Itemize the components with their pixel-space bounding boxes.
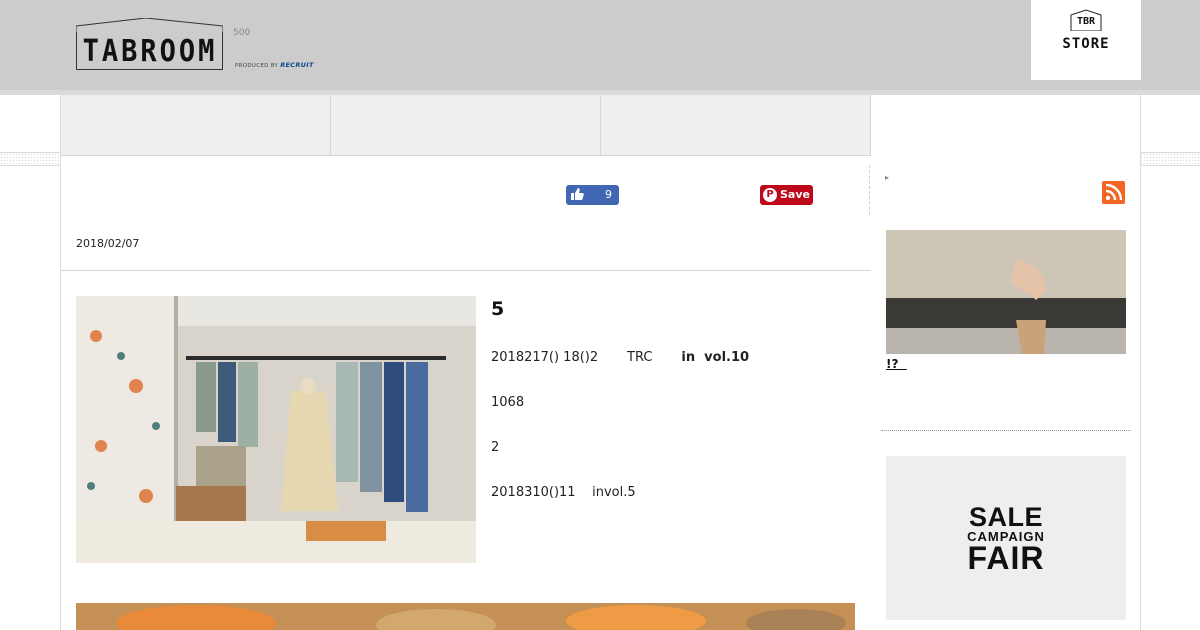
produced-by-label: PRODUCED BY (235, 63, 279, 69)
article-photo-2 (76, 603, 855, 630)
left-stripe (0, 152, 61, 166)
article-heading: 5 (491, 298, 505, 320)
like-count: 9 (605, 188, 612, 201)
arrow-right-icon: ▸ (885, 173, 890, 182)
nav-item-2[interactable] (331, 95, 601, 155)
save-label: Save (780, 188, 810, 201)
sale-line-3: FAIR (967, 540, 1045, 576)
facebook-like-button[interactable]: 9 (566, 185, 619, 205)
right-stripe (1140, 152, 1200, 166)
article-photo (76, 296, 476, 563)
sidebar-divider-rule (881, 430, 1131, 431)
article-photo-art (76, 296, 476, 563)
post-date: 2018/02/07 (76, 237, 140, 250)
article-paragraph-4: 2018310()11 invol.5 (491, 485, 636, 500)
store-house-label-wrap: TBR (1069, 9, 1103, 31)
pinterest-save-button[interactable]: P Save (760, 185, 813, 205)
category-nav (61, 95, 871, 156)
article-paragraph-2: 1068 (491, 395, 525, 410)
logo-text: TABROOM (82, 34, 218, 69)
store-house-text: TBR (1076, 16, 1096, 27)
logo-subtext: 500 (233, 28, 251, 38)
store-label: STORE (1062, 36, 1110, 52)
paragraph-1-bold: in vol.10 (681, 350, 750, 365)
date-divider (61, 270, 871, 271)
pinterest-icon: P (763, 188, 777, 202)
thumbs-up-icon (570, 187, 584, 205)
sidebar-photo-art (886, 230, 1126, 354)
rss-icon[interactable] (1102, 181, 1125, 204)
sidebar-divider (869, 165, 870, 215)
produced-by: PRODUCED BY RECRUIT (235, 61, 314, 69)
recruit-brand: RECRUIT (280, 61, 314, 69)
nav-item-3[interactable] (601, 95, 871, 155)
article-paragraph-3: 2 (491, 440, 500, 455)
site-header: TABROOM 500 PRODUCED BY RECRUIT TBR STOR… (0, 0, 1200, 90)
tabroom-logo[interactable]: TABROOM (76, 18, 223, 70)
nav-item-1[interactable] (61, 95, 331, 155)
store-button[interactable]: TBR STORE (1031, 0, 1141, 80)
article-photo-2-art (76, 603, 855, 630)
sale-campaign-banner[interactable]: SALE CAMPAIGN FAIR (886, 456, 1126, 620)
sidebar-article-link[interactable]: !? (886, 357, 907, 371)
paragraph-1-text: 2018217() 18()2 TRC (491, 350, 653, 365)
article-paragraph-1: 2018217() 18()2 TRC in vol.10 (491, 350, 749, 365)
sidebar-photo[interactable] (886, 230, 1126, 354)
